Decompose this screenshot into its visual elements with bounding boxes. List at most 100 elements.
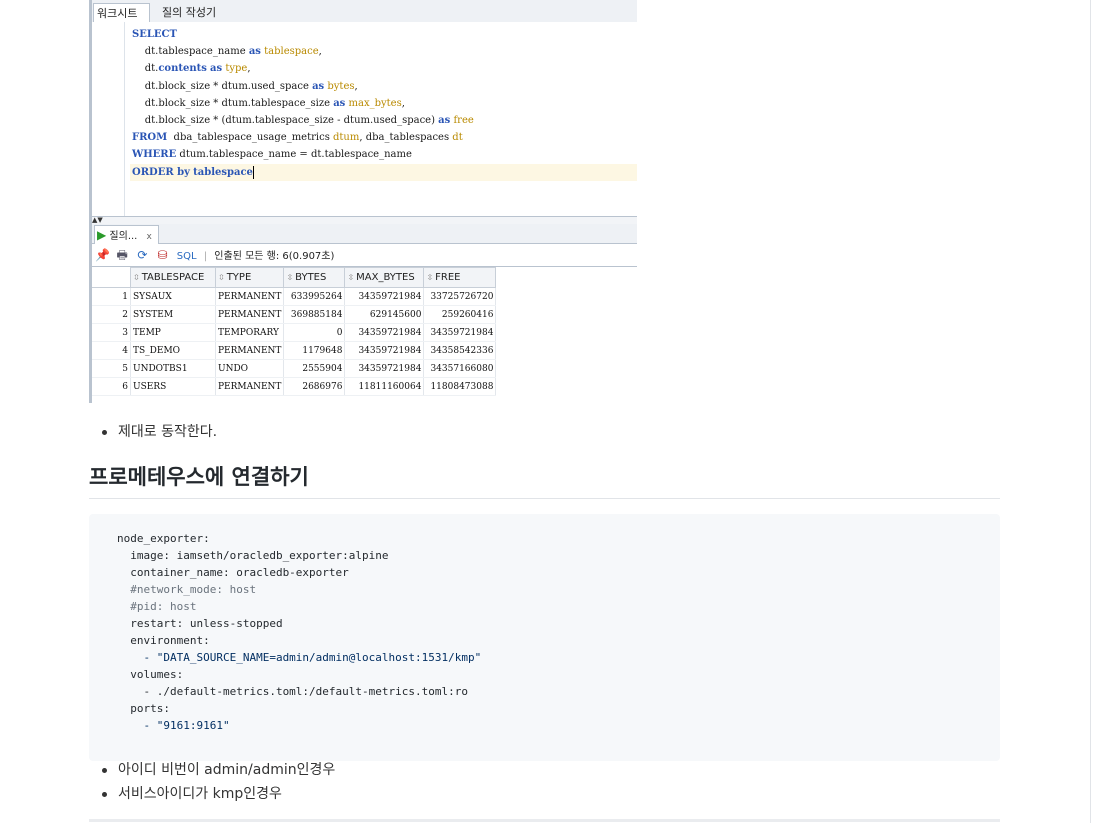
sql-token: as — [438, 114, 451, 126]
code-line: - "DATA_SOURCE_NAME=admin/admin@localhos… — [117, 651, 482, 664]
result-header-row: ⇳ TABLESPACE ⇳ TYPE ⇳ BYTES ⇳ MAX_BYTES ⇳ FRE… — [92, 267, 497, 288]
table-cell[interactable]: PERMANENT — [215, 287, 285, 306]
table-cell[interactable]: 34358542336 — [423, 341, 497, 360]
tab-query-result[interactable]: ▶ 질의... x — [94, 225, 159, 244]
column-header-free[interactable]: ⇳ FREE — [423, 267, 497, 288]
table-cell[interactable]: 34359721984 — [344, 287, 425, 306]
export-icon[interactable]: ⛁ — [156, 244, 170, 266]
close-result-tab-icon[interactable]: x — [147, 232, 152, 242]
sql-token: free — [453, 114, 474, 126]
table-cell[interactable]: SYSAUX — [130, 287, 216, 306]
row-number: 6 — [92, 377, 131, 396]
column-header-type[interactable]: ⇳ TYPE — [214, 267, 285, 288]
sql-token: dt.block_size * (dtum.tablespace_size - … — [132, 114, 439, 126]
table-cell[interactable]: TEMP — [130, 323, 216, 342]
sql-token: dba_tablespace_usage_metrics — [167, 132, 333, 144]
table-cell[interactable]: 34357166080 — [423, 359, 497, 378]
table-cell[interactable]: 2555904 — [283, 359, 346, 378]
table-cell[interactable]: 629145600 — [344, 305, 425, 324]
sql-token: , — [354, 80, 358, 92]
sql-developer-screenshot: 워크시트 질의 작성기 SELECT dt.tablespace_name as… — [89, 0, 637, 403]
column-header-bytes[interactable]: ⇳ BYTES — [283, 267, 346, 288]
sql-button[interactable]: SQL — [177, 251, 197, 262]
sql-token: as — [333, 97, 346, 109]
sql-code-line: ORDER by tablespace — [130, 163, 637, 181]
sql-token: as — [248, 46, 261, 58]
sql-token: dt. — [132, 63, 159, 75]
table-cell[interactable]: UNDO — [215, 359, 285, 378]
editor-tab-bar: 워크시트 질의 작성기 — [92, 0, 637, 23]
table-cell[interactable]: TEMPORARY — [215, 323, 285, 342]
row-number: 5 — [92, 359, 131, 378]
table-cell[interactable]: 2686976 — [283, 377, 346, 396]
table-cell[interactable]: 1179648 — [283, 341, 346, 360]
table-cell[interactable]: 11808473088 — [423, 377, 497, 396]
bottom-divider — [89, 819, 1000, 822]
table-cell[interactable]: 369885184 — [283, 305, 346, 324]
sql-token: dt.tablespace_name — [132, 46, 249, 58]
sql-token: type — [225, 63, 248, 75]
code-block: node_exporter: image: iamseth/oracledb_e… — [89, 514, 1000, 761]
tab-query-builder[interactable]: 질의 작성기 — [162, 3, 216, 22]
code-line: node_exporter: — [117, 532, 210, 545]
table-row[interactable]: 1 SYSAUX PERMANENT 633995264 34359721984 3372… — [92, 287, 497, 306]
code-line: volumes: — [117, 668, 184, 681]
sql-token: as — [312, 80, 325, 92]
table-cell[interactable]: PERMANENT — [215, 341, 285, 360]
table-cell[interactable]: 34359721984 — [344, 341, 425, 360]
sql-token: ORDER by — [132, 166, 190, 178]
sort-icon: ⇳ — [286, 273, 294, 282]
page-right-border — [1090, 0, 1091, 823]
code-line: #pid: host — [117, 600, 197, 613]
sql-editor[interactable]: SELECT dt.tablespace_name as tablespace,… — [92, 22, 637, 216]
table-cell[interactable]: 33725726720 — [423, 287, 497, 306]
code-line: - "9161:9161" — [117, 719, 230, 732]
table-cell[interactable]: PERMANENT — [215, 377, 285, 396]
refresh-icon[interactable]: ⟳ — [135, 244, 149, 266]
table-cell[interactable]: 259260416 — [423, 305, 497, 324]
print-icon[interactable]: 🖶 — [115, 244, 129, 266]
table-cell[interactable]: TS_DEMO — [130, 341, 216, 360]
sql-code[interactable]: SELECT dt.tablespace_name as tablespace,… — [130, 26, 637, 181]
code-line: image: iamseth/oracledb_exporter:alpine — [117, 549, 389, 562]
table-cell[interactable]: 633995264 — [283, 287, 346, 306]
table-cell[interactable]: 0 — [283, 323, 346, 342]
table-row[interactable]: 5 UNDOTBS1 UNDO 2555904 34359721984 343571660… — [92, 359, 497, 378]
table-cell[interactable]: PERMANENT — [215, 305, 285, 324]
table-row[interactable]: 3 TEMP TEMPORARY 0 34359721984 34359721984 — [92, 323, 497, 342]
row-number: 1 — [92, 287, 131, 306]
sql-token: contents — [158, 63, 207, 75]
table-row[interactable]: 6 USERS PERMANENT 2686976 11811160064 1180847… — [92, 377, 497, 396]
sql-token: dt.block_size * dtum.tablespace_size — [132, 97, 334, 109]
code-line: container_name: oracledb-exporter — [117, 566, 349, 579]
sql-token: , dba_tablespaces — [359, 132, 453, 144]
table-row[interactable]: 2 SYSTEM PERMANENT 369885184 629145600 259260… — [92, 305, 497, 324]
code-line: ports: — [117, 702, 170, 715]
result-toolbar: 📌 🖶 ⟳ ⛁ SQL | 인출된 모든 행: 6(0.907초) — [92, 244, 637, 267]
sql-code-line: SELECT — [132, 26, 637, 43]
sql-code-line: dt.tablespace_name as tablespace, — [132, 43, 637, 60]
table-row[interactable]: 4 TS_DEMO PERMANENT 1179648 34359721984 34358… — [92, 341, 497, 360]
sql-token: as — [210, 63, 223, 75]
pin-icon[interactable]: 📌 — [95, 244, 110, 266]
row-number: 3 — [92, 323, 131, 342]
sql-code-line: FROM dba_tablespace_usage_metrics dtum, … — [132, 129, 637, 146]
table-cell[interactable]: UNDOTBS1 — [130, 359, 216, 378]
tab-worksheet[interactable]: 워크시트 — [93, 3, 151, 23]
table-cell[interactable]: USERS — [130, 377, 216, 396]
table-cell[interactable]: SYSTEM — [130, 305, 216, 324]
code-line: - ./default-metrics.toml:/default-metric… — [117, 685, 468, 698]
table-cell[interactable]: 11811160064 — [344, 377, 425, 396]
result-grid[interactable]: ⇳ TABLESPACE ⇳ TYPE ⇳ BYTES ⇳ MAX_BYTES ⇳ FRE… — [92, 267, 637, 403]
table-cell[interactable]: 34359721984 — [344, 323, 425, 342]
list-item: 서비스아이디가 kmp인경우 — [100, 782, 335, 806]
bullet-list-2: 아이디 비번이 admin/admin인경우 서비스아이디가 kmp인경우 — [100, 758, 335, 806]
splitter-arrows-icon[interactable]: ▲▼ — [92, 216, 103, 224]
column-header-max-bytes[interactable]: ⇳ MAX_BYTES — [344, 267, 425, 288]
column-header-tablespace[interactable]: ⇳ TABLESPACE — [130, 267, 216, 288]
bullet-list-1: 제대로 동작한다. — [100, 420, 217, 444]
table-cell[interactable]: 34359721984 — [344, 359, 425, 378]
table-cell[interactable]: 34359721984 — [423, 323, 497, 342]
sql-token: tablespace — [193, 166, 253, 178]
list-item: 아이디 비번이 admin/admin인경우 — [100, 758, 335, 782]
